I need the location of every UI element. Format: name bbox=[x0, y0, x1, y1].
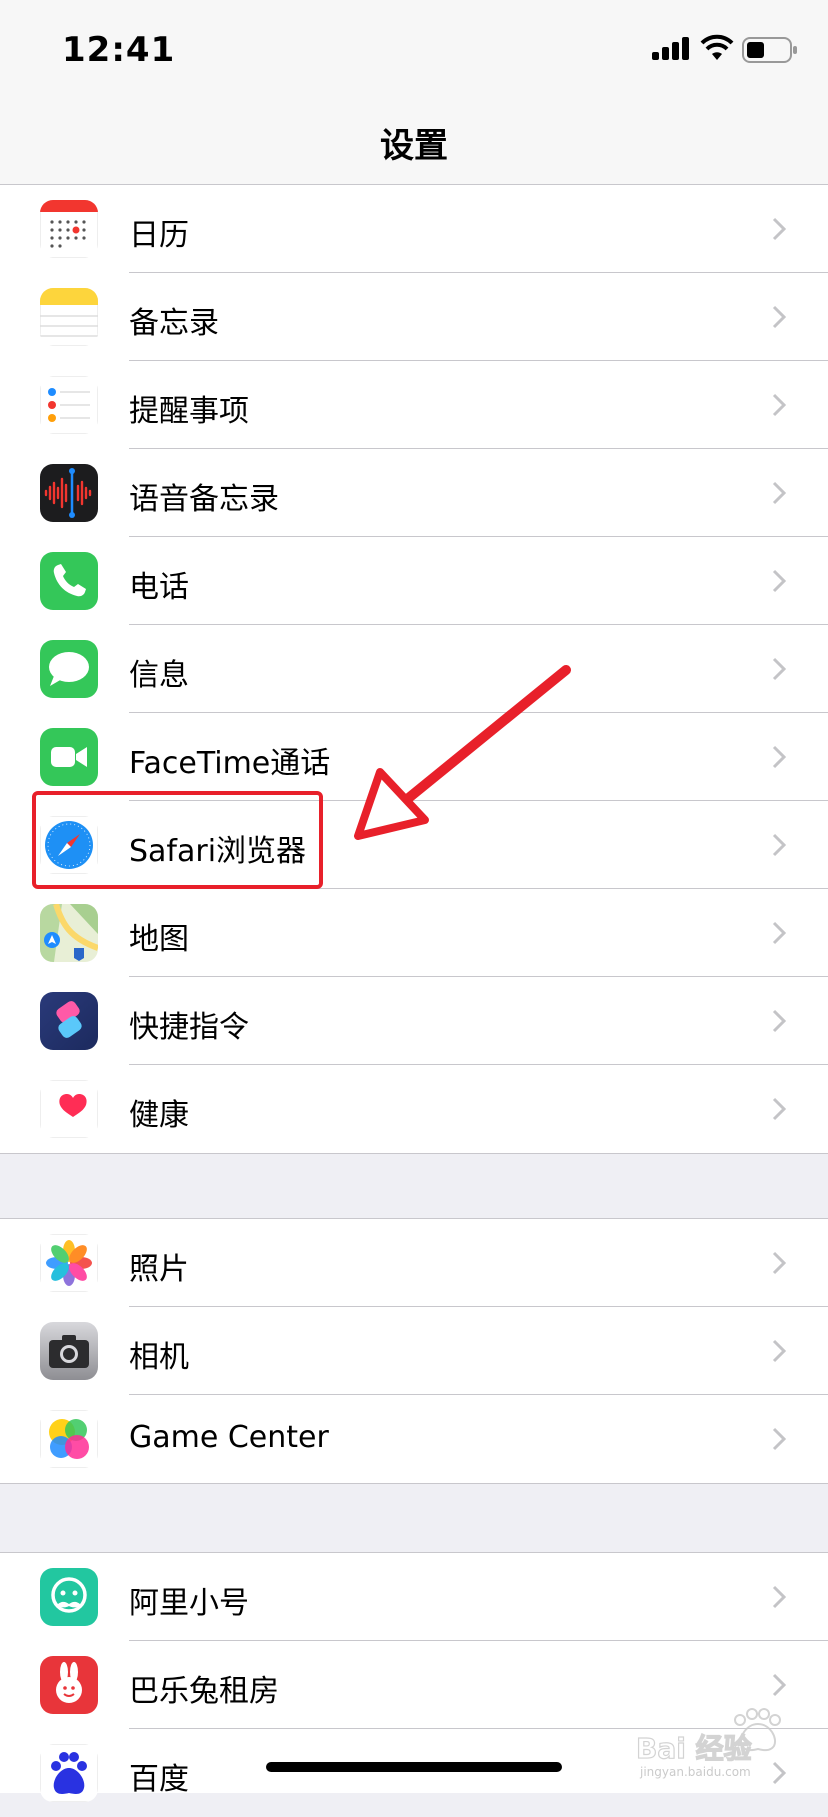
status-bar: 12:41 bbox=[0, 0, 828, 96]
facetime-icon bbox=[40, 728, 98, 786]
chevron-right-icon bbox=[772, 217, 786, 241]
chevron-right-icon bbox=[772, 481, 786, 505]
chevron-right-icon bbox=[772, 569, 786, 593]
settings-row-notes[interactable]: 备忘录 bbox=[0, 273, 828, 361]
chevron-right-icon bbox=[772, 657, 786, 681]
pointer-arrow-icon bbox=[354, 665, 571, 840]
battery-icon bbox=[742, 37, 797, 63]
highlight-box bbox=[32, 791, 323, 889]
settings-row-reminders[interactable]: 提醒事项 bbox=[0, 361, 828, 449]
photos-icon bbox=[40, 1234, 98, 1292]
health-icon bbox=[40, 1080, 98, 1138]
chevron-right-icon bbox=[772, 1427, 786, 1451]
reminders-icon bbox=[40, 376, 98, 434]
settings-row-shortcuts[interactable]: 快捷指令 bbox=[0, 977, 828, 1065]
settings-row-label: 相机 bbox=[129, 1340, 189, 1375]
notes-icon bbox=[40, 288, 98, 346]
settings-row-photos[interactable]: 照片 bbox=[0, 1219, 828, 1307]
chevron-right-icon bbox=[772, 745, 786, 769]
settings-row-calendar[interactable]: 日历 bbox=[0, 185, 828, 273]
chevron-right-icon bbox=[772, 921, 786, 945]
messages-icon bbox=[40, 640, 98, 698]
svg-text:Bai 经验: Bai 经验 bbox=[636, 1732, 752, 1765]
chevron-right-icon bbox=[772, 1585, 786, 1609]
settings-row-label: 信息 bbox=[129, 658, 189, 693]
settings-row-label: 健康 bbox=[129, 1098, 189, 1133]
settings-row-label: 备忘录 bbox=[129, 306, 219, 341]
alixiaohao-icon bbox=[40, 1568, 98, 1626]
settings-row-maps[interactable]: 地图 bbox=[0, 889, 828, 977]
voice-memos-icon bbox=[40, 464, 98, 522]
settings-row-label: 巴乐兔租房 bbox=[129, 1674, 279, 1709]
cellular-signal-icon bbox=[652, 37, 689, 60]
settings-row-alixiaohao[interactable]: 阿里小号 bbox=[0, 1553, 828, 1641]
settings-row-phone[interactable]: 电话 bbox=[0, 537, 828, 625]
chevron-right-icon bbox=[772, 1009, 786, 1033]
navigation-bar: 设置 bbox=[0, 96, 828, 185]
calendar-icon bbox=[40, 200, 98, 258]
baletu-icon bbox=[40, 1656, 98, 1714]
settings-row-label: 百度 bbox=[129, 1762, 189, 1797]
chevron-right-icon bbox=[772, 1339, 786, 1363]
settings-row-camera[interactable]: 相机 bbox=[0, 1307, 828, 1395]
settings-row-label: FaceTime通话 bbox=[129, 746, 331, 781]
settings-row-label: 照片 bbox=[129, 1252, 189, 1287]
phone-icon bbox=[40, 552, 98, 610]
settings-row-label: Game Center bbox=[129, 1420, 329, 1455]
settings-row-label: 提醒事项 bbox=[129, 394, 249, 429]
wifi-icon bbox=[700, 34, 734, 60]
settings-group-media: 照片 相机 Game Center bbox=[0, 1218, 828, 1484]
settings-row-label: 电话 bbox=[129, 570, 189, 605]
chevron-right-icon bbox=[772, 1251, 786, 1275]
chevron-right-icon bbox=[772, 393, 786, 417]
home-indicator[interactable] bbox=[266, 1762, 562, 1772]
status-time: 12:41 bbox=[62, 30, 176, 70]
baidu-jingyan-watermark: Bai 经验 jingyan.baidu.com bbox=[635, 1708, 781, 1779]
settings-row-label: 日历 bbox=[129, 218, 189, 253]
shortcuts-icon bbox=[40, 992, 98, 1050]
svg-text:jingyan.baidu.com: jingyan.baidu.com bbox=[639, 1765, 751, 1779]
chevron-right-icon bbox=[772, 1673, 786, 1697]
game-center-icon bbox=[40, 1410, 98, 1468]
settings-row-voice-memos[interactable]: 语音备忘录 bbox=[0, 449, 828, 537]
settings-row-label: 阿里小号 bbox=[129, 1586, 249, 1621]
camera-icon bbox=[40, 1322, 98, 1380]
chevron-right-icon bbox=[772, 305, 786, 329]
maps-icon bbox=[40, 904, 98, 962]
page-title: 设置 bbox=[380, 126, 448, 166]
baidu-icon bbox=[40, 1744, 98, 1802]
settings-row-game-center[interactable]: Game Center bbox=[0, 1395, 828, 1483]
settings-row-label: 语音备忘录 bbox=[129, 482, 279, 517]
chevron-right-icon bbox=[772, 1097, 786, 1121]
settings-row-health[interactable]: 健康 bbox=[0, 1065, 828, 1153]
chevron-right-icon bbox=[772, 833, 786, 857]
settings-row-label: 地图 bbox=[129, 922, 189, 957]
settings-row-label: 快捷指令 bbox=[129, 1010, 249, 1045]
